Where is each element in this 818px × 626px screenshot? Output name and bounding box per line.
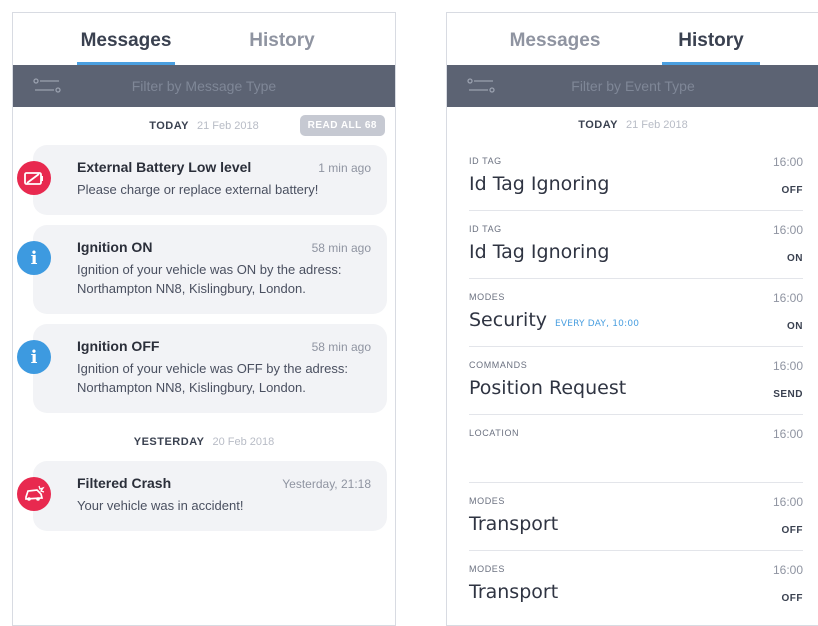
info-icon: i <box>17 241 51 275</box>
message-time: 1 min ago <box>318 161 371 175</box>
day-date: 21 Feb 2018 <box>197 120 259 132</box>
event-title: Transport <box>469 513 559 535</box>
event-schedule: EVERY DAY, 10:00 <box>555 319 640 329</box>
day-label: TODAY <box>578 119 618 131</box>
filter-label[interactable]: Filter by Message Type <box>13 78 395 94</box>
event-time: 16:00 <box>772 291 803 305</box>
event-category: MODES <box>469 564 506 574</box>
event-title: Security EVERY DAY, 10:00 <box>469 309 640 331</box>
event-category: LOCATION <box>469 428 520 438</box>
history-screen: Messages History Filter by Event Type TO… <box>446 12 818 626</box>
filter-icon[interactable] <box>33 78 61 94</box>
message-title: Ignition OFF <box>77 338 160 354</box>
event-status: OFF <box>781 525 803 536</box>
history-item[interactable]: ID TAG 16:00 Id Tag Ignoring OFF <box>469 143 803 211</box>
message-time: Yesterday, 21:18 <box>282 477 371 491</box>
tab-messages[interactable]: Messages <box>77 30 175 65</box>
filter-label[interactable]: Filter by Event Type <box>447 78 818 94</box>
event-title: Position Request <box>469 377 627 399</box>
event-status: OFF <box>781 185 803 196</box>
day-date: 21 Feb 2018 <box>626 119 688 131</box>
event-status: ON <box>787 321 803 332</box>
message-title: External Battery Low level <box>77 159 252 175</box>
event-time: 16:00 <box>772 155 803 169</box>
filter-bar[interactable]: Filter by Event Type <box>447 65 818 107</box>
tab-bar: Messages History <box>447 13 818 65</box>
filter-bar[interactable]: Filter by Message Type <box>13 65 395 107</box>
event-category: MODES <box>469 292 506 302</box>
messages-screen: Messages History Filter by Message Type … <box>12 12 396 626</box>
event-status: ON <box>787 253 803 264</box>
message-body: Please charge or replace external batter… <box>77 182 319 197</box>
read-all-button[interactable]: READ ALL 68 <box>299 115 385 136</box>
day-label: YESTERDAY <box>133 436 205 448</box>
event-status: OFF <box>781 593 803 604</box>
day-date: 20 Feb 2018 <box>212 436 275 448</box>
filter-icon[interactable] <box>467 78 495 94</box>
tab-history[interactable]: History <box>233 30 331 65</box>
message-title: Ignition ON <box>77 239 153 255</box>
event-status: SEND <box>773 389 803 400</box>
event-time: 16:00 <box>772 359 803 373</box>
car-crash-icon <box>17 477 51 511</box>
event-time: 16:00 <box>772 563 803 577</box>
event-time: 16:00 <box>772 427 803 441</box>
event-title: Id Tag Ignoring <box>469 173 610 195</box>
history-item[interactable]: MODES 16:00 Transport OFF <box>469 483 803 551</box>
message-time: 58 min ago <box>311 340 371 354</box>
history-item[interactable]: LOCATION 16:00 <box>469 415 803 483</box>
history-item[interactable]: ID TAG 16:00 Id Tag Ignoring ON <box>469 211 803 279</box>
tab-history[interactable]: History <box>662 30 760 65</box>
tab-messages[interactable]: Messages <box>506 30 604 65</box>
message-card[interactable]: i Ignition ON 58 min ago Ignition of you… <box>17 225 387 314</box>
event-category: ID TAG <box>469 224 502 234</box>
event-time: 16:00 <box>772 223 803 237</box>
message-body: Ignition of your vehicle was OFF by the … <box>77 361 348 395</box>
day-label: TODAY <box>149 120 189 132</box>
message-card[interactable]: Filtered Crash Yesterday, 21:18 Your veh… <box>17 461 387 531</box>
message-title: Filtered Crash <box>77 475 172 491</box>
event-category: ID TAG <box>469 156 502 166</box>
battery-alert-icon <box>17 161 51 195</box>
history-item[interactable]: MODES 16:00 Security EVERY DAY, 10:00 ON <box>469 279 803 347</box>
message-body: Ignition of your vehicle was ON by the a… <box>77 262 342 296</box>
event-time: 16:00 <box>772 495 803 509</box>
event-title: Id Tag Ignoring <box>469 241 610 263</box>
day-header-yesterday: YESTERDAY 20 Feb 2018 <box>13 423 395 461</box>
message-time: 58 min ago <box>311 241 371 255</box>
event-title: Transport <box>469 581 559 603</box>
message-card[interactable]: External Battery Low level 1 min ago Ple… <box>17 145 387 215</box>
event-category: COMMANDS <box>469 360 528 370</box>
day-header-today: TODAY 21 Feb 2018 READ ALL 68 <box>13 107 395 145</box>
message-body: Your vehicle was in accident! <box>77 498 244 513</box>
info-icon: i <box>17 340 51 374</box>
history-item[interactable]: COMMANDS 16:00 Position Request SEND <box>469 347 803 415</box>
tab-bar: Messages History <box>13 13 395 65</box>
history-item[interactable]: MODES 16:00 Transport OFF <box>469 551 803 618</box>
day-header-today: TODAY 21 Feb 2018 <box>447 107 818 143</box>
message-card[interactable]: i Ignition OFF 58 min ago Ignition of yo… <box>17 324 387 413</box>
event-category: MODES <box>469 496 506 506</box>
